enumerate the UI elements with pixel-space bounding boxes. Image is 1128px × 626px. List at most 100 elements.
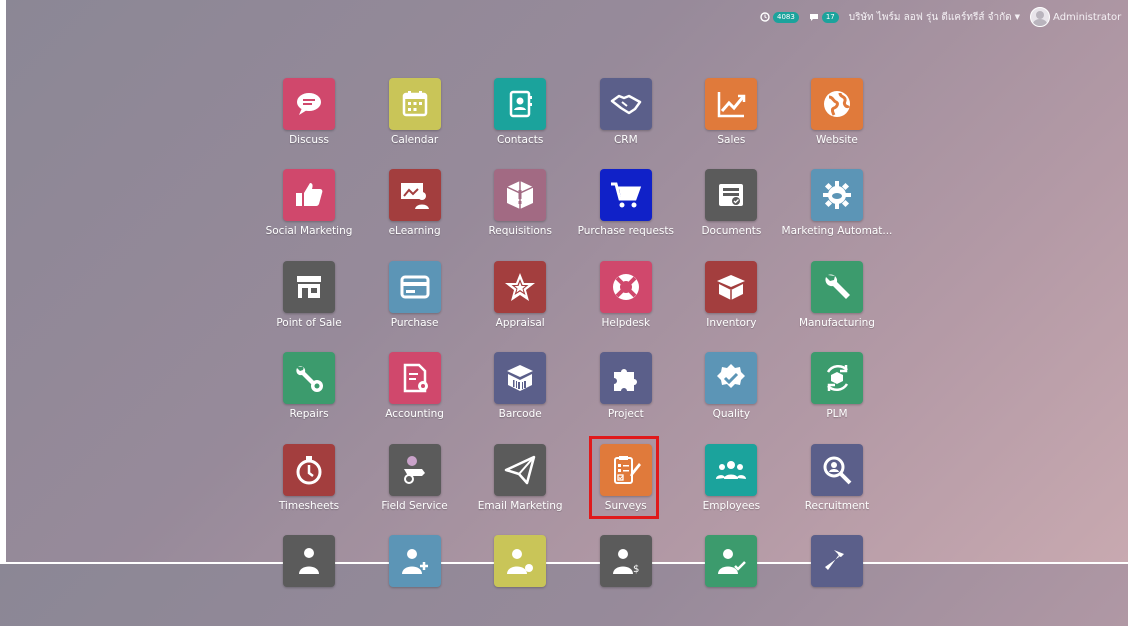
app-tile[interactable] — [283, 169, 335, 222]
app-tile[interactable] — [705, 169, 758, 222]
shopping-cart-icon — [610, 182, 641, 208]
app-point-of-sale[interactable]: Point of Sale — [256, 260, 362, 352]
app-label: Requisitions — [488, 225, 552, 238]
app-label: Discuss — [289, 134, 329, 146]
app-purchase-requests[interactable]: Purchase requests — [573, 169, 679, 260]
app-crm[interactable]: CRM — [573, 78, 679, 169]
clock-icon — [760, 12, 770, 22]
app-tile[interactable] — [705, 352, 758, 405]
wrench-icon — [825, 274, 850, 299]
app-barcode[interactable]: Barcode — [467, 352, 573, 443]
app-manufacturing[interactable]: Manufacturing — [784, 260, 890, 352]
chat-icon — [809, 14, 818, 21]
app-helpdesk[interactable]: Helpdesk — [573, 260, 679, 352]
paper-plane-icon — [504, 455, 536, 484]
app-project[interactable]: Project — [573, 352, 679, 443]
app-tile[interactable] — [810, 260, 863, 313]
app-marketing-automat[interactable]: Marketing Automat... — [782, 169, 892, 260]
app-tile[interactable] — [810, 443, 863, 496]
app-contacts[interactable]: Contacts — [467, 78, 573, 169]
app-label: Timesheets — [278, 499, 340, 512]
app-email-marketing[interactable]: Email Marketing — [467, 443, 573, 535]
app-repairs[interactable]: Repairs — [256, 352, 362, 443]
app-tile[interactable] — [599, 169, 652, 222]
thumbs-up-icon — [296, 183, 323, 207]
app-tile[interactable] — [494, 352, 547, 405]
app-accounting[interactable]: Accounting — [362, 352, 468, 443]
app-tile[interactable] — [388, 260, 441, 313]
user-gear-icon — [507, 548, 534, 574]
globe-icon — [823, 91, 851, 117]
app-label: Barcode — [498, 408, 542, 421]
app-tile[interactable] — [388, 78, 441, 130]
app-app-30[interactable] — [256, 534, 362, 626]
app-quality[interactable]: Quality — [678, 352, 784, 443]
app-tile[interactable] — [388, 443, 441, 496]
quality-badge-icon — [717, 364, 746, 389]
app-tile[interactable] — [494, 443, 547, 496]
user-menu[interactable]: Administrator — [1030, 7, 1121, 27]
app-tile[interactable] — [283, 352, 335, 405]
app-calendar[interactable]: Calendar — [362, 78, 468, 169]
app-tile[interactable] — [810, 78, 863, 130]
app-elearning[interactable]: eLearning — [362, 169, 468, 260]
app-social-marketing[interactable]: Social Marketing — [256, 169, 362, 260]
app-tile[interactable] — [283, 260, 335, 313]
app-employees[interactable]: Employees — [678, 443, 784, 535]
app-appraisal[interactable]: Appraisal — [467, 260, 573, 352]
app-tile[interactable] — [599, 352, 652, 405]
caret-down-icon: ▼ — [1014, 13, 1021, 21]
user-check-icon — [718, 548, 747, 574]
app-tile[interactable] — [494, 78, 547, 130]
app-tile[interactable] — [388, 352, 441, 405]
store-icon — [297, 275, 321, 298]
app-app-31[interactable] — [362, 534, 468, 626]
app-tile[interactable] — [283, 534, 335, 587]
app-label: Appraisal — [495, 316, 545, 329]
app-sales[interactable]: Sales — [678, 78, 784, 169]
app-plm[interactable]: PLM — [784, 352, 890, 443]
app-purchase[interactable]: Purchase — [362, 260, 468, 352]
apps-grid: Discuss Calendar Contacts CRM Sales Website So… — [256, 78, 892, 626]
app-app-34[interactable] — [678, 534, 784, 626]
app-tile[interactable] — [494, 534, 547, 587]
messages-menu[interactable]: 17 — [809, 11, 839, 23]
app-tile[interactable] — [705, 443, 758, 496]
app-inventory[interactable]: Inventory — [678, 260, 784, 352]
gear-cloud-icon — [822, 181, 851, 210]
app-label: Documents — [701, 225, 762, 238]
app-tile[interactable] — [283, 78, 335, 130]
app-discuss[interactable]: Discuss — [256, 78, 362, 169]
company-switcher[interactable]: บริษัท ไพร์ม ลอฟ รุ่น ดีแคร์ทรีส์ จำกัด … — [849, 10, 1020, 25]
app-tile[interactable] — [283, 443, 335, 496]
app-tile[interactable] — [494, 260, 547, 313]
app-tile[interactable] — [705, 78, 758, 130]
app-recruitment[interactable]: Recruitment — [784, 443, 890, 535]
app-tile[interactable] — [494, 169, 547, 222]
app-tile[interactable] — [810, 352, 863, 405]
app-requisitions[interactable]: Requisitions — [467, 169, 573, 260]
app-tile[interactable] — [705, 260, 758, 313]
app-field-service[interactable]: Field Service — [362, 443, 468, 535]
app-tile[interactable] — [388, 534, 441, 587]
app-app-33[interactable]: $ — [573, 534, 679, 626]
app-tile[interactable] — [810, 534, 863, 587]
activity-menu[interactable]: 4083 — [760, 11, 799, 23]
app-tile[interactable] — [599, 260, 652, 313]
app-app-32[interactable] — [467, 534, 573, 626]
app-timesheets[interactable]: Timesheets — [256, 443, 362, 535]
avatar — [1030, 7, 1051, 27]
app-tile[interactable] — [810, 169, 863, 222]
app-tile[interactable] — [705, 534, 758, 587]
app-tile[interactable]: $ — [599, 534, 652, 587]
puzzle-icon — [613, 369, 637, 392]
app-tile[interactable] — [599, 78, 652, 130]
app-website[interactable]: Website — [784, 78, 890, 169]
app-documents[interactable]: Documents — [678, 169, 784, 260]
user-money-icon: $ — [612, 548, 639, 575]
app-tile[interactable] — [388, 169, 441, 222]
app-app-35[interactable] — [784, 534, 890, 626]
app-label: eLearning — [388, 225, 441, 238]
person-icon — [299, 547, 319, 574]
user-name: Administrator — [1053, 11, 1122, 23]
